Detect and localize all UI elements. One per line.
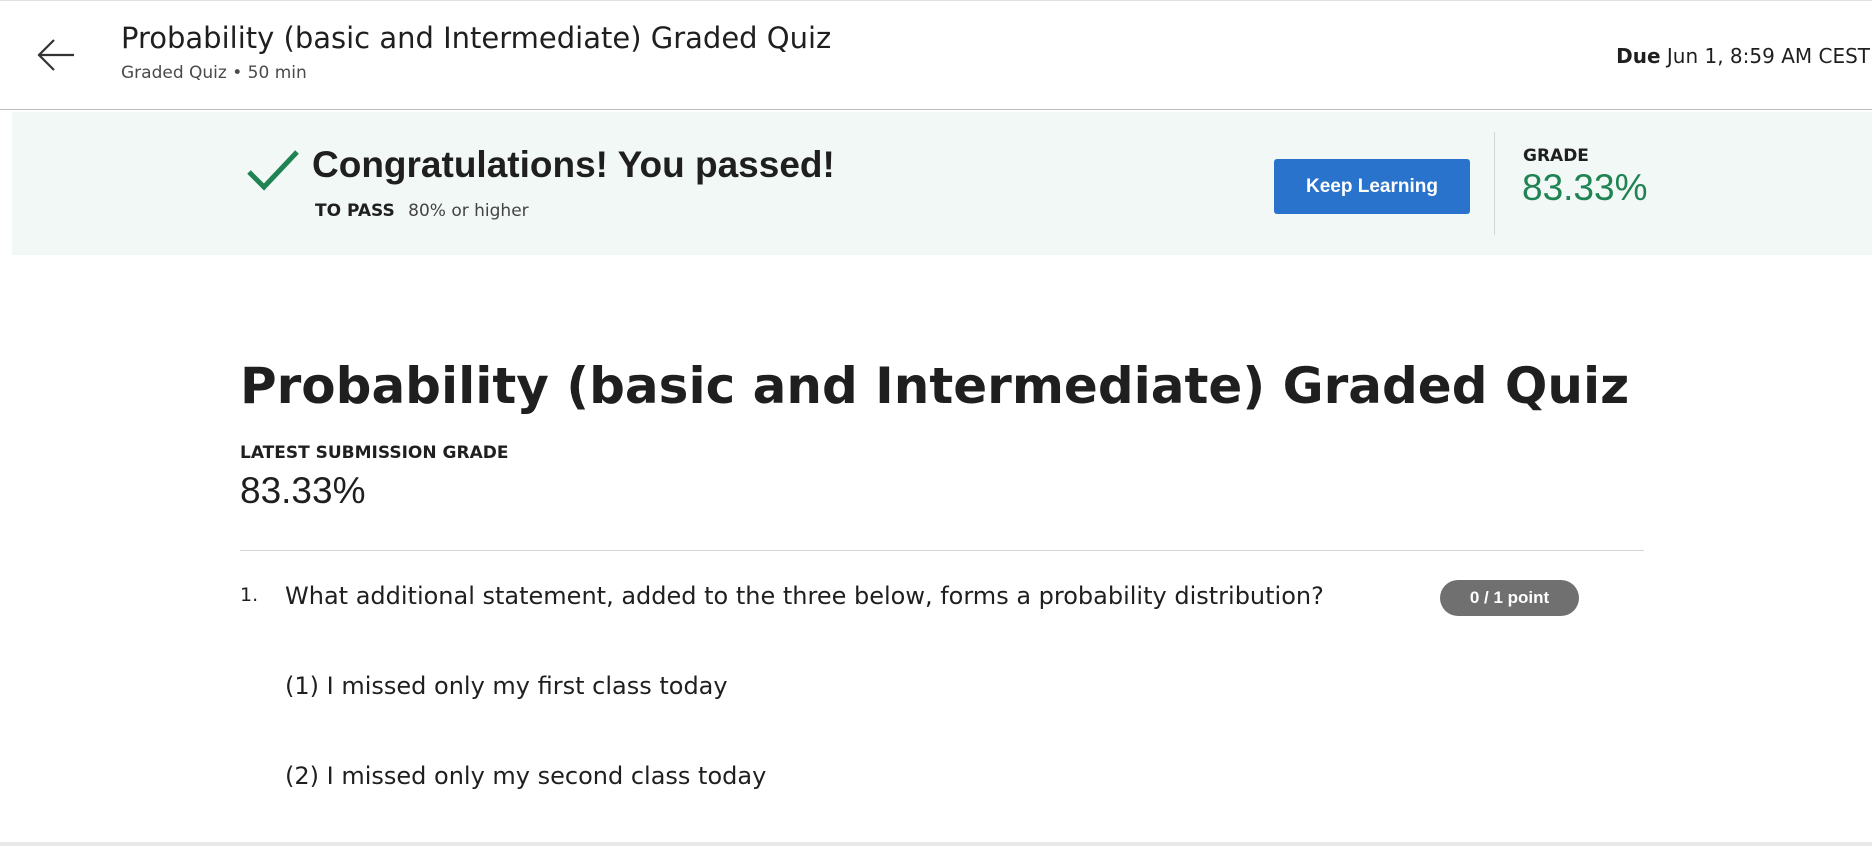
header-title: Probability (basic and Intermediate) Gra… bbox=[121, 21, 832, 55]
grade-value: 83.33% bbox=[1522, 167, 1648, 208]
bottom-border bbox=[0, 842, 1872, 846]
due-label: Due bbox=[1616, 44, 1661, 68]
banner-divider bbox=[1494, 132, 1495, 235]
question-statement: (1) I missed only my first class today bbox=[285, 672, 728, 700]
latest-submission-label: LATEST SUBMISSION GRADE bbox=[240, 443, 509, 463]
back-button[interactable] bbox=[34, 33, 78, 77]
header-subtitle: Graded Quiz • 50 min bbox=[121, 63, 307, 83]
checkmark-icon bbox=[247, 150, 299, 191]
grade-label: GRADE bbox=[1523, 146, 1589, 166]
question-number: 1. bbox=[240, 584, 259, 606]
latest-submission-grade: 83.33% bbox=[240, 470, 366, 511]
result-banner: Congratulations! You passed! TO PASS 80%… bbox=[12, 112, 1872, 255]
due-value: Jun 1, 8:59 AM CEST bbox=[1666, 44, 1870, 68]
quiz-title: Probability (basic and Intermediate) Gra… bbox=[240, 357, 1630, 415]
points-badge: 0 / 1 point bbox=[1440, 580, 1579, 616]
keep-learning-button[interactable]: Keep Learning bbox=[1274, 159, 1470, 214]
arrow-left-icon bbox=[37, 39, 74, 71]
to-pass-value: 80% or higher bbox=[408, 201, 529, 221]
passed-message: Congratulations! You passed! bbox=[312, 144, 835, 185]
to-pass-label: TO PASS bbox=[315, 201, 395, 221]
question-text: What additional statement, added to the … bbox=[285, 582, 1324, 610]
question-statement: (2) I missed only my second class today bbox=[285, 762, 767, 790]
due-date: Due Jun 1, 8:59 AM CEST bbox=[1616, 44, 1870, 68]
content-divider bbox=[240, 550, 1644, 551]
quiz-header: Probability (basic and Intermediate) Gra… bbox=[0, 0, 1872, 110]
to-pass-requirement: TO PASS 80% or higher bbox=[315, 201, 529, 221]
